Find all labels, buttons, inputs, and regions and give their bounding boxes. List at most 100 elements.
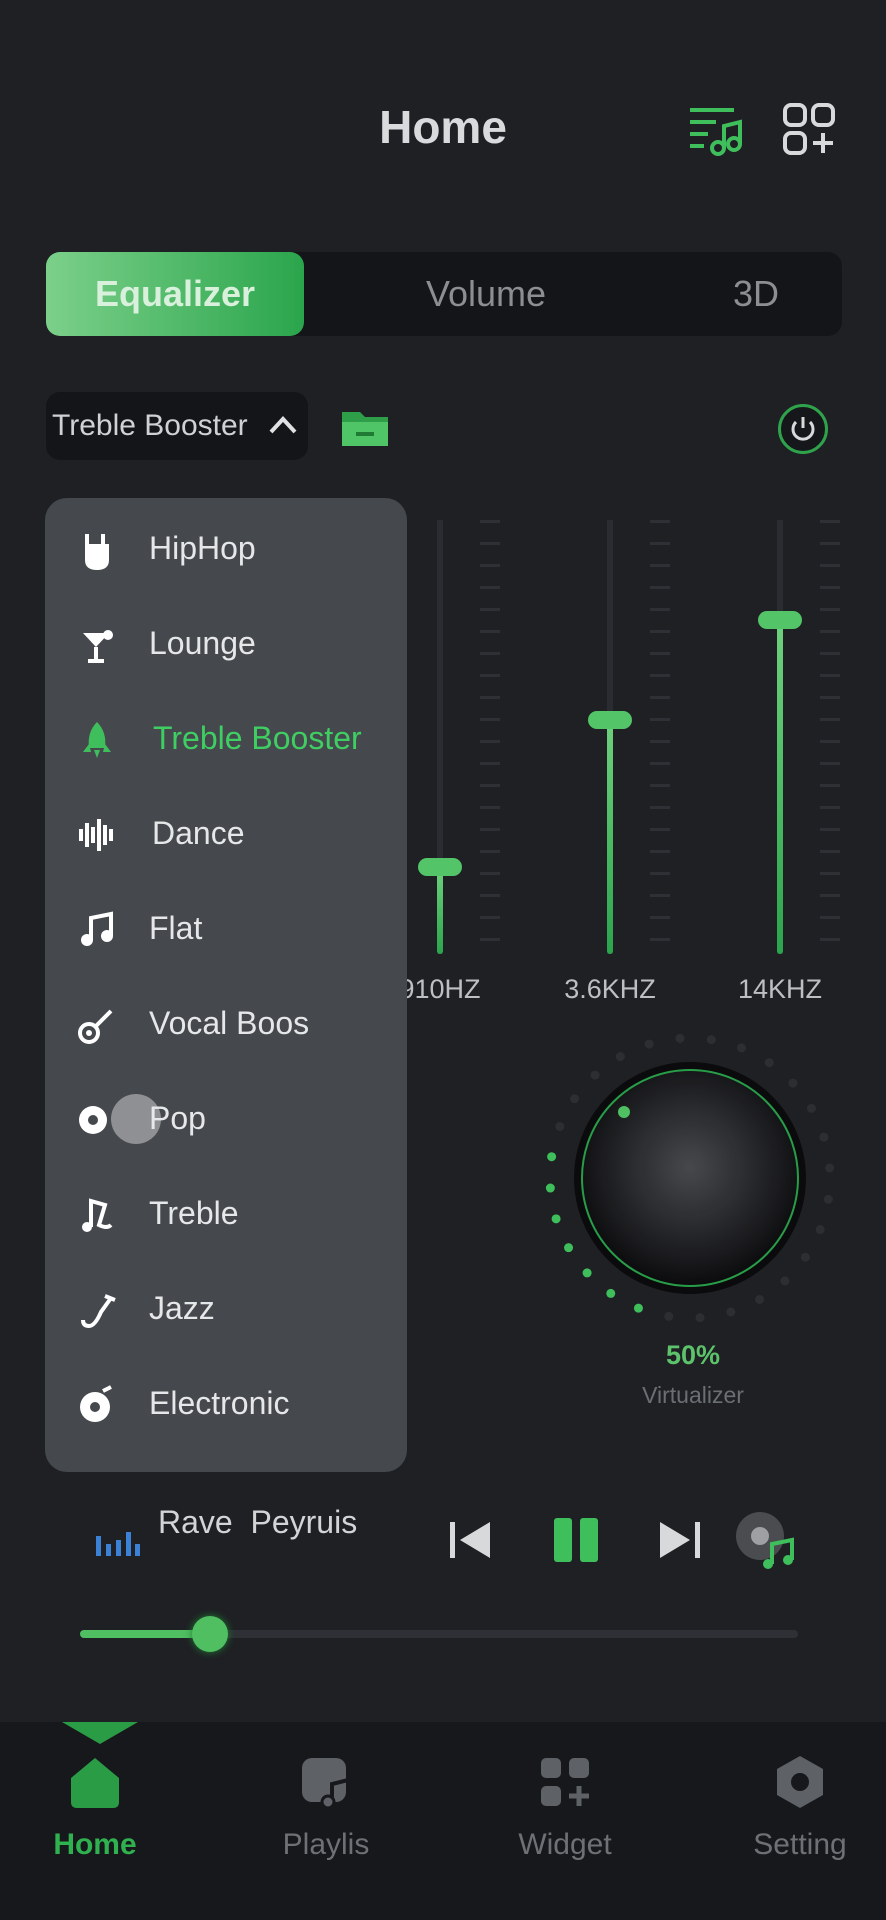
slider-tick [650, 564, 670, 567]
band-label: 3.6KHZ [564, 974, 656, 1004]
slider-tick [650, 762, 670, 765]
track-title: Rave Peyruis [158, 1504, 358, 1540]
slider-tick [480, 564, 500, 567]
slider-tick [480, 938, 500, 941]
knob-dot [788, 1078, 798, 1088]
band-fill [777, 619, 783, 954]
slider-tick [650, 608, 670, 611]
slider-tick [820, 520, 840, 523]
slider-tick [650, 740, 670, 743]
dropdown-item-jazz[interactable]: Jazz [45, 1270, 407, 1350]
previous-icon[interactable] [448, 1518, 492, 1562]
dropdown-item-dance[interactable]: Dance [45, 795, 407, 875]
slider-tick [650, 696, 670, 699]
nav-playlist[interactable]: Playlis [226, 1722, 426, 1920]
slider-tick [650, 894, 670, 897]
knob-dot [695, 1313, 705, 1323]
knob-dot [825, 1163, 835, 1173]
slider-tick [820, 586, 840, 589]
virtualizer-knob[interactable] [540, 1028, 840, 1328]
knob-dot [644, 1039, 654, 1049]
dropdown-item-label: Vocal Boos [149, 1005, 310, 1041]
knob-dot [606, 1288, 616, 1298]
nav-label: Widget [518, 1828, 612, 1861]
slider-tick [480, 674, 500, 677]
slider-tick [480, 586, 500, 589]
home-icon [71, 1758, 119, 1808]
knob-dot [800, 1252, 810, 1262]
nav-home[interactable]: Home [0, 1722, 195, 1920]
knob-dot [780, 1276, 790, 1286]
pause-icon[interactable] [552, 1516, 600, 1564]
virtualizer-label: Virtualizer [642, 1382, 744, 1408]
slider-tick [650, 542, 670, 545]
knob-dot [755, 1294, 765, 1304]
dropdown-item-label: Dance [152, 815, 245, 851]
guitar-icon [78, 1009, 113, 1044]
dropdown-item-hiphop[interactable]: HipHop [45, 510, 407, 590]
slider-tick [820, 740, 840, 743]
knob-dot [551, 1214, 561, 1224]
preset-dropdown: HipHop Lounge Treble Booster Dance Flat … [45, 498, 407, 1472]
knob-dot [815, 1225, 825, 1235]
slider-tick [820, 564, 840, 567]
slider-tick [480, 806, 500, 809]
nav-setting[interactable]: Setting [700, 1722, 886, 1920]
next-icon[interactable] [658, 1518, 702, 1562]
knob-dot [570, 1094, 580, 1104]
dropdown-item-lounge[interactable]: Lounge [45, 605, 407, 685]
slider-tick [820, 674, 840, 677]
slider-tick [480, 520, 500, 523]
cocktail-icon [83, 630, 113, 663]
knob-dot [737, 1043, 747, 1053]
slider-tick [650, 674, 670, 677]
dropdown-item-label: Treble [149, 1195, 239, 1231]
dropdown-item-vocal-boos[interactable]: Vocal Boos [45, 985, 407, 1065]
band-fill [607, 719, 613, 954]
slider-tick [820, 894, 840, 897]
knob-dot [555, 1121, 565, 1131]
band-thumb[interactable] [758, 610, 802, 629]
knob-dot [823, 1194, 833, 1204]
widget-icon [541, 1758, 589, 1806]
treble-clef-icon [82, 1198, 113, 1232]
dropdown-item-electronic[interactable]: Electronic [45, 1365, 407, 1445]
dropdown-item-flat[interactable]: Flat [45, 890, 407, 970]
dropdown-item-treble[interactable]: Treble [45, 1175, 407, 1255]
dropdown-item-label: Pop [149, 1100, 206, 1136]
dropdown-item-pop[interactable]: Pop [45, 1080, 407, 1160]
slider-tick [480, 652, 500, 655]
knob-dot [633, 1303, 643, 1313]
slider-tick [820, 762, 840, 765]
slider-tick [480, 872, 500, 875]
slider-tick [480, 894, 500, 897]
knob-dot [590, 1070, 600, 1080]
progress-thumb[interactable] [192, 1616, 228, 1652]
knob-dot [726, 1307, 736, 1317]
band-fill [437, 867, 443, 954]
vinyl-music-icon[interactable] [734, 1508, 796, 1570]
band-thumb[interactable] [588, 710, 632, 729]
virtualizer-value: 50% [665, 1340, 721, 1370]
band-thumb[interactable] [418, 858, 462, 877]
slider-tick [820, 630, 840, 633]
slider-tick [650, 916, 670, 919]
slider-tick [650, 520, 670, 523]
knob-dot [615, 1052, 625, 1062]
slider-tick [820, 696, 840, 699]
equalizer-bars-icon [96, 1532, 140, 1556]
slider-tick [650, 784, 670, 787]
nav-widget[interactable]: Widget [465, 1722, 665, 1920]
progress-fill [80, 1630, 210, 1638]
playlist-icon [302, 1758, 350, 1810]
band-label: 14KHZ [737, 974, 823, 1004]
dropdown-item-treble-booster[interactable]: Treble Booster [45, 700, 407, 780]
slider-tick [820, 850, 840, 853]
slider-tick [480, 850, 500, 853]
dropdown-item-label: Flat [149, 910, 203, 946]
knob-dot [664, 1311, 674, 1321]
hexagon-settings-icon [777, 1756, 823, 1808]
rocket-icon [83, 722, 111, 758]
slider-tick [480, 784, 500, 787]
slider-tick [650, 652, 670, 655]
